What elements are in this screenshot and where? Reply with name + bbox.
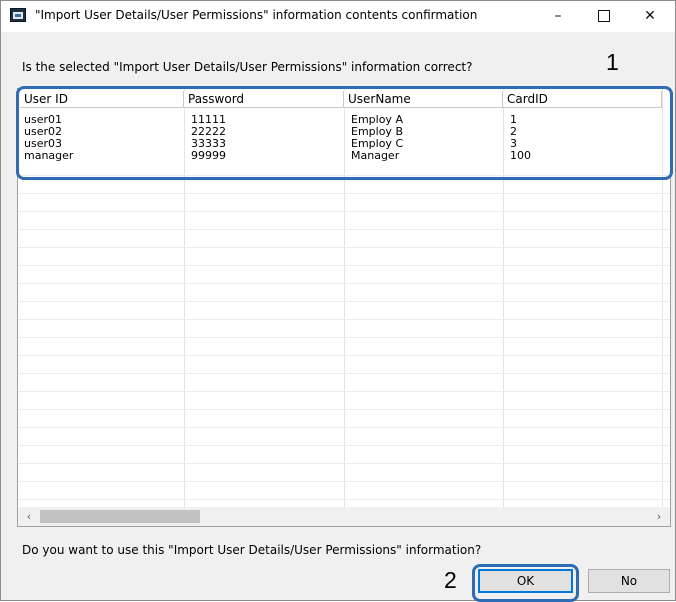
close-button[interactable]: ✕ (627, 1, 673, 32)
use-information-question: Do you want to use this "Import User Det… (22, 543, 482, 557)
annotation-number-1: 1 (606, 49, 619, 75)
annotation-highlight-ok (472, 564, 579, 602)
row-divider (18, 463, 670, 464)
row-divider (18, 499, 670, 500)
confirmation-dialog: "Import User Details/User Permissions" i… (0, 0, 676, 602)
row-divider (18, 319, 670, 320)
maximize-button[interactable] (581, 1, 627, 32)
title-bar[interactable]: "Import User Details/User Permissions" i… (1, 1, 675, 32)
no-button[interactable]: No (588, 569, 670, 593)
row-divider (18, 427, 670, 428)
row-divider (18, 355, 670, 356)
minimize-button[interactable]: – (535, 1, 581, 32)
row-divider (18, 211, 670, 212)
app-icon (10, 8, 26, 22)
annotation-highlight-table (16, 86, 673, 180)
row-divider (18, 337, 670, 338)
horizontal-scrollbar[interactable]: ‹ › (18, 507, 670, 526)
row-divider (18, 247, 670, 248)
row-divider (18, 193, 670, 194)
row-divider (18, 391, 670, 392)
annotation-number-2: 2 (444, 567, 457, 593)
row-divider (18, 373, 670, 374)
maximize-icon (598, 10, 610, 22)
row-divider (18, 301, 670, 302)
scroll-left-icon[interactable]: ‹ (22, 509, 36, 524)
row-divider (18, 481, 670, 482)
row-divider (18, 409, 670, 410)
window-title: "Import User Details/User Permissions" i… (35, 8, 478, 22)
confirmation-prompt: Is the selected "Import User Details/Use… (22, 60, 473, 74)
row-divider (18, 229, 670, 230)
row-divider (18, 283, 670, 284)
scroll-right-icon[interactable]: › (652, 509, 666, 524)
row-divider (18, 265, 670, 266)
scrollbar-thumb[interactable] (40, 510, 200, 523)
row-divider (18, 445, 670, 446)
